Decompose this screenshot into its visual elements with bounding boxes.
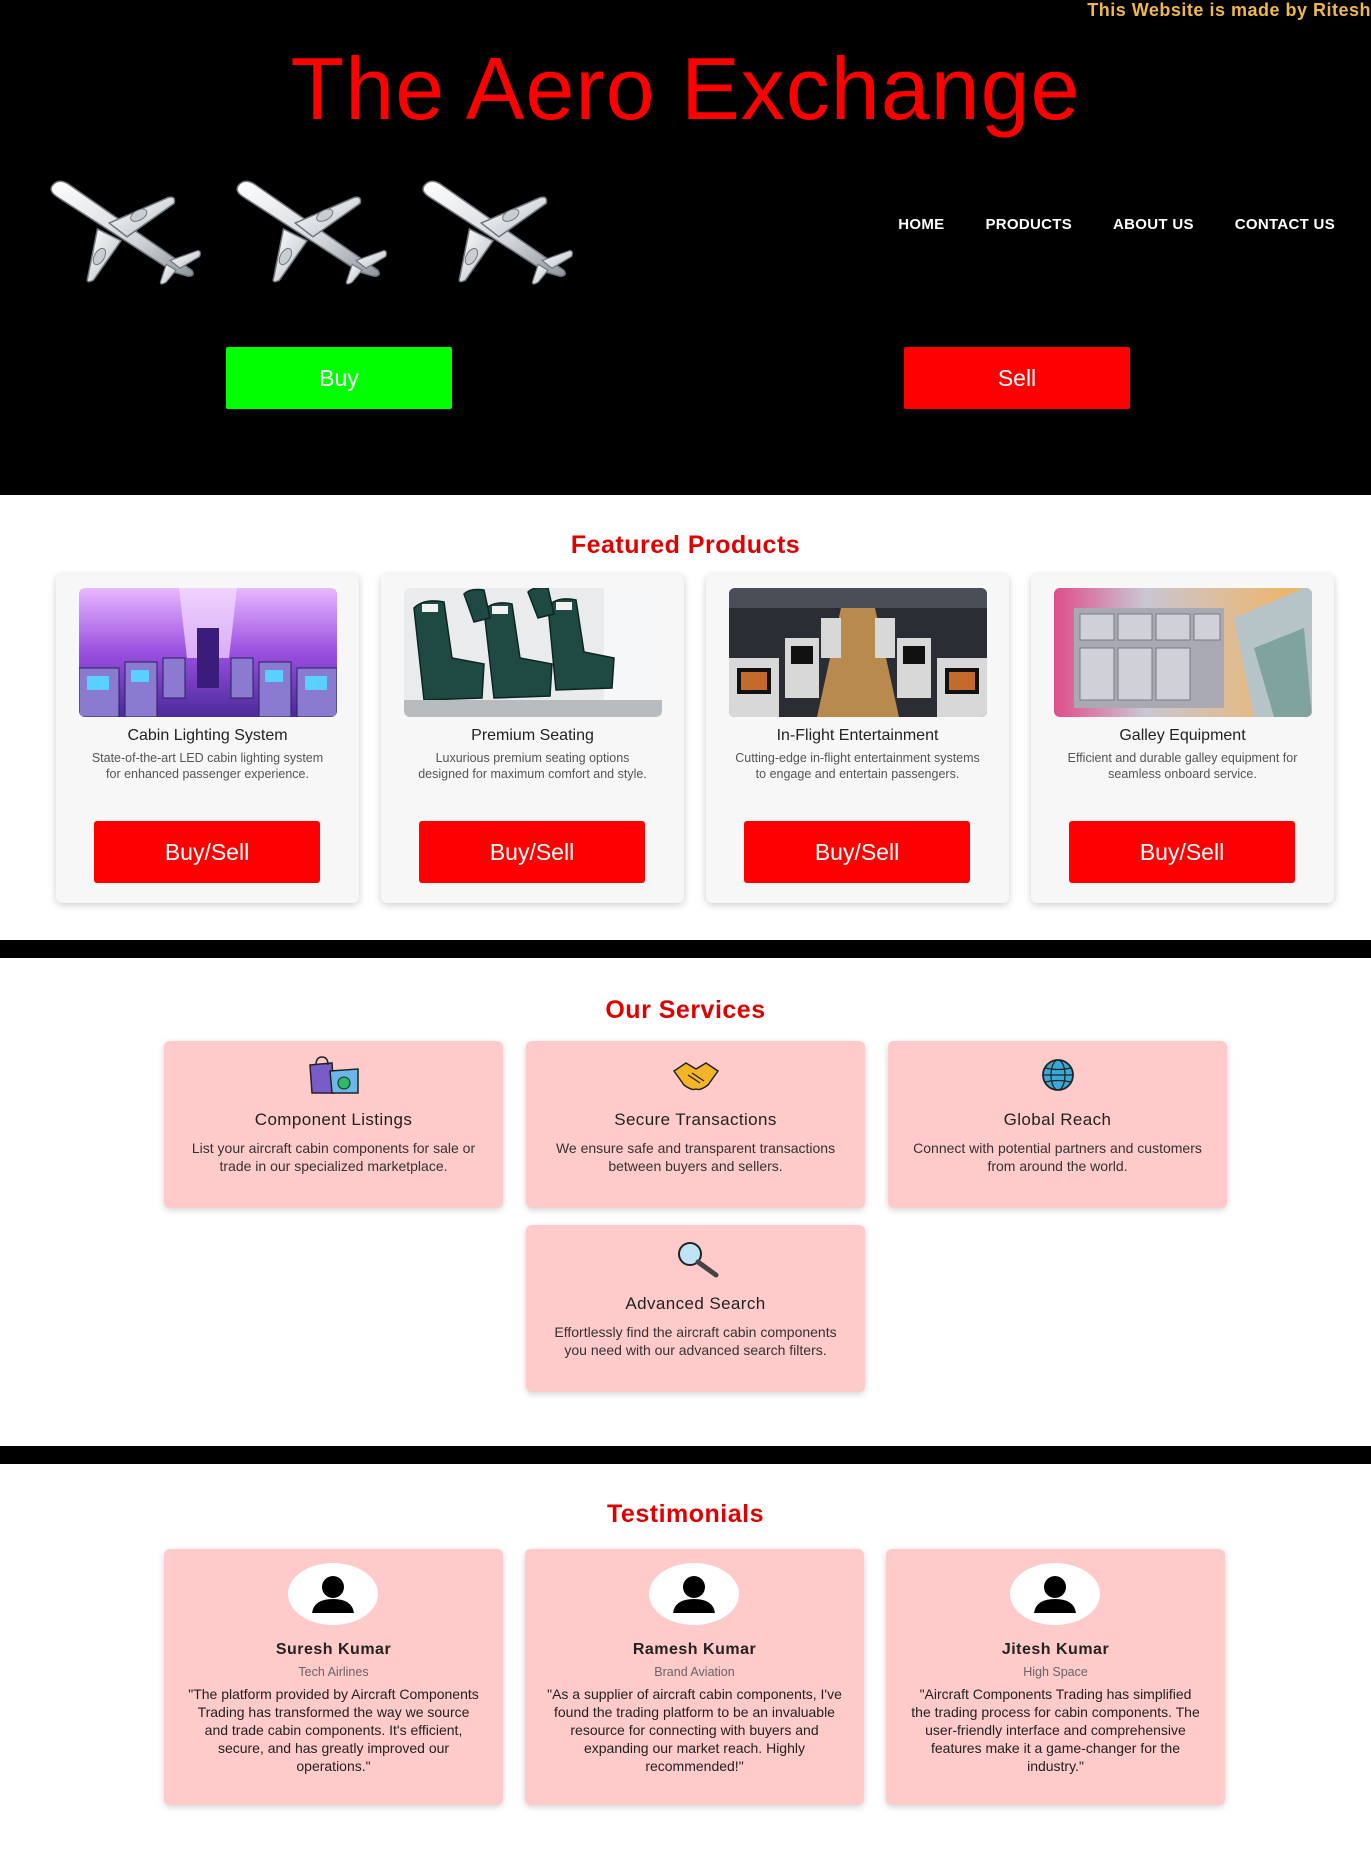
buy-sell-button[interactable]: Buy/Sell [744,821,970,883]
service-list: Component Listings List your aircraft ca… [0,1041,1371,1421]
service-card: Component Listings List your aircraft ca… [164,1041,503,1208]
testimonial-name: Jitesh Kumar [1001,1641,1110,1658]
buy-sell-button[interactable]: Buy/Sell [1069,821,1295,883]
service-card: Global Reach Connect with potential part… [888,1041,1227,1208]
premium-seating-photo [404,588,662,717]
testimonial-name: Ramesh Kumar [632,1641,757,1658]
airplane-icon [230,168,388,286]
site-header: This Website is made by Ritesh The Aero … [0,0,1371,495]
testimonial-company: Tech Airlines [298,1665,369,1679]
cabin-lighting-photo [79,588,337,717]
user-avatar-icon [649,1563,739,1625]
inflight-entertainment-photo [729,588,987,717]
testimonial-name: Suresh Kumar [275,1641,392,1658]
airplane-icon [416,168,574,286]
magnifier-icon [678,1242,719,1278]
main-nav: HOME PRODUCTS ABOUT US CONTACT US [898,216,1335,233]
product-description: Efficient and durable galley equipment f… [1067,751,1298,781]
service-description: Effortlessly find the aircraft cabin com… [554,1324,837,1358]
service-description: List your aircraft cabin components for … [191,1140,476,1174]
testimonial-card: Ramesh Kumar Brand Aviation "As a suppli… [525,1549,864,1805]
nav-home[interactable]: HOME [898,216,944,233]
nav-contact-us[interactable]: CONTACT US [1235,216,1335,233]
shopping-bags-icon [309,1056,359,1094]
product-description: Cutting-edge in-flight entertainment sys… [735,751,980,781]
product-description: State-of-the-art LED cabin lighting syst… [91,751,324,781]
nav-products[interactable]: PRODUCTS [985,216,1072,233]
airplane-icon [44,168,202,286]
testimonial-company: High Space [1023,1665,1088,1679]
service-title: Global Reach [1003,1110,1112,1129]
galley-equipment-photo [1054,588,1312,717]
user-avatar-icon [288,1563,378,1625]
product-name: Premium Seating [471,727,594,744]
product-name: In-Flight Entertainment [776,727,939,744]
service-title: Secure Transactions [614,1110,777,1129]
featured-products-section: Featured Products Cabin Lighting System … [0,495,1371,940]
service-title: Component Listings [254,1110,413,1129]
globe-icon [1042,1059,1074,1091]
airplane-decoration [44,168,574,286]
user-avatar-icon [1010,1563,1100,1625]
service-card: Advanced Search Effortlessly find the ai… [526,1225,865,1392]
handshake-icon [672,1062,720,1091]
testimonial-company: Brand Aviation [654,1665,735,1679]
product-card: In-Flight Entertainment Cutting-edge in-… [706,574,1009,903]
site-title: The Aero Exchange [290,39,1081,138]
product-name: Galley Equipment [1119,727,1246,744]
buy-button[interactable]: Buy [226,347,452,409]
product-card: Cabin Lighting System State-of-the-art L… [56,574,359,903]
testimonial-card: Jitesh Kumar High Space "Aircraft Compon… [886,1549,1225,1805]
section-divider [0,940,1371,958]
buy-sell-button[interactable]: Buy/Sell [419,821,645,883]
services-section: Our Services Component Listings List you… [0,958,1371,1446]
product-list: Cabin Lighting System State-of-the-art L… [56,574,1371,903]
product-card: Galley Equipment Efficient and durable g… [1031,574,1334,903]
featured-products-title: Featured Products [570,531,801,559]
product-name: Cabin Lighting System [127,727,288,744]
service-description: Connect with potential partners and cust… [913,1140,1202,1174]
section-divider [0,1446,1371,1464]
nav-about-us[interactable]: ABOUT US [1113,216,1194,233]
testimonial-quote: "Aircraft Components Trading has simplif… [911,1686,1200,1774]
product-card: Premium Seating Luxurious premium seatin… [381,574,684,903]
product-description: Luxurious premium seating options design… [418,751,647,781]
buy-sell-button[interactable]: Buy/Sell [94,821,320,883]
service-card: Secure Transactions We ensure safe and t… [526,1041,865,1208]
testimonial-quote: "The platform provided by Aircraft Compo… [188,1686,479,1774]
sell-button[interactable]: Sell [904,347,1130,409]
testimonial-list: Suresh Kumar Tech Airlines "The platform… [164,1549,1371,1805]
service-title: Advanced Search [625,1294,766,1313]
testimonials-title: Testimonials [607,1500,764,1528]
services-title: Our Services [605,996,766,1024]
testimonials-section: Testimonials Suresh Kumar Tech Airlines … [0,1464,1371,1853]
testimonial-card: Suresh Kumar Tech Airlines "The platform… [164,1549,503,1805]
service-description: We ensure safe and transparent transacti… [555,1140,836,1174]
author-credit: This Website is made by Ritesh [1087,0,1371,20]
testimonial-quote: "As a supplier of aircraft cabin compone… [547,1686,842,1774]
